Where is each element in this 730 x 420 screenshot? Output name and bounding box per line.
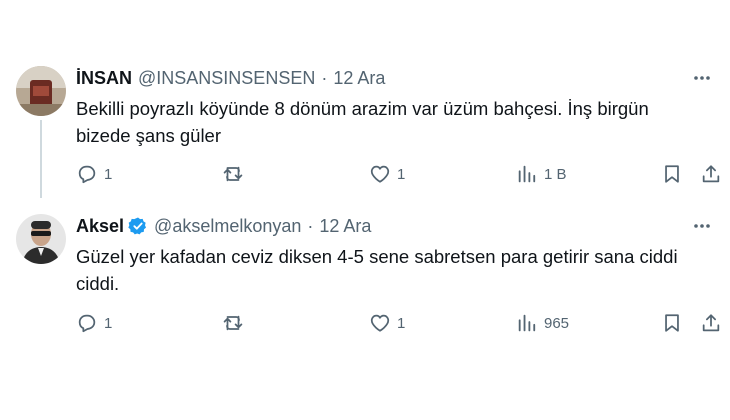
bookmark-button[interactable]: [661, 161, 683, 187]
reply-count: 1: [104, 165, 113, 183]
separator-dot: ·: [321, 67, 328, 88]
tweet-header: İNSAN @INSANSINSENSEN · 12 Ara: [76, 66, 385, 90]
share-button[interactable]: [700, 161, 722, 187]
reply-count: 1: [104, 314, 113, 332]
repost-button[interactable]: [222, 310, 250, 336]
tweet-text: Güzel yer kafadan ceviz diksen 4-5 sene …: [76, 246, 678, 294]
bookmark-button[interactable]: [661, 310, 683, 336]
views-icon: [518, 165, 536, 183]
views-button[interactable]: 965: [516, 310, 569, 336]
like-button[interactable]: 1: [369, 161, 405, 187]
separator-dot: ·: [307, 215, 314, 236]
tweet-date[interactable]: 12 Ara: [319, 216, 371, 237]
tweet-2[interactable]: Aksel @akselmelkonyan · 12 Ara Güzel yer…: [0, 200, 730, 360]
display-name[interactable]: İNSAN: [76, 68, 132, 89]
like-count: 1: [397, 165, 406, 183]
tweet-header: Aksel @akselmelkonyan · 12 Ara: [76, 214, 371, 238]
thread-line: [40, 120, 42, 198]
views-count: 1 B: [544, 165, 567, 183]
tweet-date[interactable]: 12 Ara: [333, 68, 385, 89]
views-icon: [518, 314, 536, 332]
more-icon[interactable]: [690, 214, 714, 238]
tweet-actions: 1 1 1 B: [76, 161, 726, 187]
like-button[interactable]: 1: [369, 310, 405, 336]
bookmark-icon: [665, 165, 679, 183]
repost-icon: [223, 166, 243, 182]
tweet-actions: 1 1 965: [76, 310, 726, 336]
tweet-1[interactable]: İNSAN @INSANSINSENSEN · 12 Ara Bekilli p…: [0, 0, 730, 200]
views-count: 965: [544, 314, 570, 332]
repost-button[interactable]: [222, 161, 250, 187]
like-icon: [370, 165, 390, 183]
tweet-text: Bekilli poyrazlı köyünde 8 dönüm arazim …: [76, 98, 649, 146]
more-icon[interactable]: [690, 66, 714, 90]
bookmark-icon: [665, 314, 679, 332]
repost-icon: [223, 315, 243, 331]
reply-icon: [78, 165, 96, 184]
like-icon: [370, 314, 390, 332]
reply-button[interactable]: 1: [76, 161, 112, 187]
like-count: 1: [397, 314, 406, 332]
share-icon: [702, 314, 720, 332]
avatar[interactable]: [16, 214, 66, 264]
reply-icon: [78, 314, 96, 333]
user-handle[interactable]: @INSANSINSENSEN: [138, 68, 315, 89]
reply-button[interactable]: 1: [76, 310, 112, 336]
display-name[interactable]: Aksel: [76, 216, 124, 237]
verified-icon: [128, 217, 147, 235]
share-button[interactable]: [700, 310, 722, 336]
avatar[interactable]: [16, 66, 66, 116]
user-handle[interactable]: @akselmelkonyan: [154, 216, 301, 237]
share-icon: [702, 165, 720, 183]
views-button[interactable]: 1 B: [516, 161, 567, 187]
